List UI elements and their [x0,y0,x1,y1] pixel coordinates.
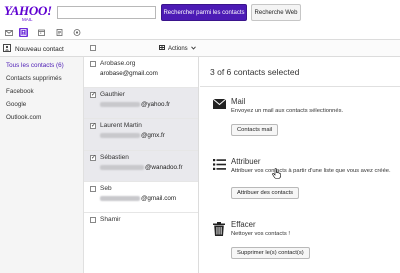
contact-row[interactable]: ✓ Laurent Martin @gmx.fr [84,119,198,151]
contact-row[interactable]: Seb @gmail.com [84,182,198,213]
redacted-text [100,164,144,170]
assign-title: Attribuer [231,157,261,166]
sidebar-item-google[interactable]: Google [0,98,83,111]
assign-description: Attribuer vos contacts à partir d'une li… [231,168,391,174]
contact-name: Seb [100,184,112,192]
contact-checkbox[interactable] [90,185,96,192]
assign-section: Attribuer Attribuer vos contacts à parti… [210,157,400,207]
sidebar-item-outlook[interactable]: Outlook.com [0,111,83,124]
redacted-text [100,133,140,139]
contact-email: @gmail.com [100,195,176,202]
mail-description: Envoyez un mail aux contacts sélectionné… [231,108,344,114]
redacted-text [100,195,140,201]
toolbar: Nouveau contact Actions [0,40,400,57]
actions-label: Actions [168,45,188,52]
sidebar: Tous les contacts (6) Contacts supprimés… [0,57,84,273]
messenger-icon[interactable] [72,28,81,37]
list-icon [213,159,227,173]
assign-contacts-button[interactable]: Attribuer des contacts [231,187,300,199]
new-contact-button[interactable]: Nouveau contact [3,44,64,54]
contact-row[interactable]: ✓ Sébastien @wanadoo.fr [84,150,198,182]
select-all-checkbox[interactable] [90,45,96,51]
app-switcher-bar [0,26,400,40]
yahoo-mail-logo[interactable]: YAHOO! MAIL [4,3,52,24]
contact-row[interactable]: ✓ Gauthier @yahoo.fr [84,88,198,120]
new-contact-label: Nouveau contact [15,45,64,53]
contact-email: @gmx.fr [100,132,165,139]
redacted-text [100,102,140,108]
mail-title: Mail [231,97,246,106]
actions-menu-button[interactable]: Actions [155,43,200,54]
notepad-icon[interactable] [55,28,64,37]
trash-icon [213,222,227,236]
contact-email: arobase@gmail.com [100,70,158,77]
contact-email: @yahoo.fr [100,101,170,108]
logo-main-text: YAHOO! [4,3,52,18]
sidebar-item-facebook[interactable]: Facebook [0,85,83,98]
contact-checkbox[interactable] [90,61,96,67]
mail-section: Mail Envoyez un mail aux contacts sélect… [210,97,400,143]
search-web-button[interactable]: Recherche Web [251,4,301,21]
delete-contacts-button[interactable]: Supprimer le(s) contact(s) [231,247,310,259]
calendar-icon[interactable] [37,28,46,37]
contact-checkbox[interactable]: ✓ [90,154,96,161]
contact-list: Arobase.org arobase@gmail.com ✓ Gauthier… [84,57,199,273]
search-input[interactable] [57,6,156,19]
header: YAHOO! MAIL Rechercher parmi les contact… [0,0,400,26]
envelope-icon [212,98,227,113]
search-contacts-button[interactable]: Rechercher parmi les contacts [161,4,247,21]
contacts-icon[interactable] [19,28,28,37]
contact-name: Shamir [100,215,121,223]
selection-count: 3 of 6 contacts selected [210,67,300,77]
delete-description: Nettoyer vos contacts ! [231,231,290,237]
contact-checkbox[interactable] [90,216,96,223]
contact-checkbox[interactable]: ✓ [90,92,96,99]
sidebar-item-deleted-contacts[interactable]: Contacts supprimés [0,72,83,85]
delete-title: Effacer [231,220,256,229]
actions-grid-icon [159,45,165,52]
contact-name: Sébastien [100,153,129,161]
mail-contacts-button[interactable]: Contacts mail [231,124,279,136]
contact-name: Arobase.org [100,60,136,67]
contact-card-icon [3,44,11,54]
bulk-actions-panel: 3 of 6 contacts selected Mail Envoyez un… [200,57,400,273]
contact-email: @wanadoo.fr [100,164,183,171]
contact-row[interactable]: Shamir [84,213,198,244]
contact-row[interactable]: Arobase.org arobase@gmail.com [84,57,198,89]
contact-checkbox[interactable]: ✓ [90,123,96,130]
divider [200,86,400,87]
sidebar-item-all-contacts[interactable]: Tous les contacts (6) [0,59,83,72]
contact-name: Gauthier [100,91,125,99]
mail-icon[interactable] [4,28,13,37]
contact-name: Laurent Martin [100,122,142,130]
chevron-down-icon [190,45,196,52]
hand-cursor-icon [272,168,282,180]
delete-section: Effacer Nettoyer vos contacts ! Supprime… [210,220,400,270]
